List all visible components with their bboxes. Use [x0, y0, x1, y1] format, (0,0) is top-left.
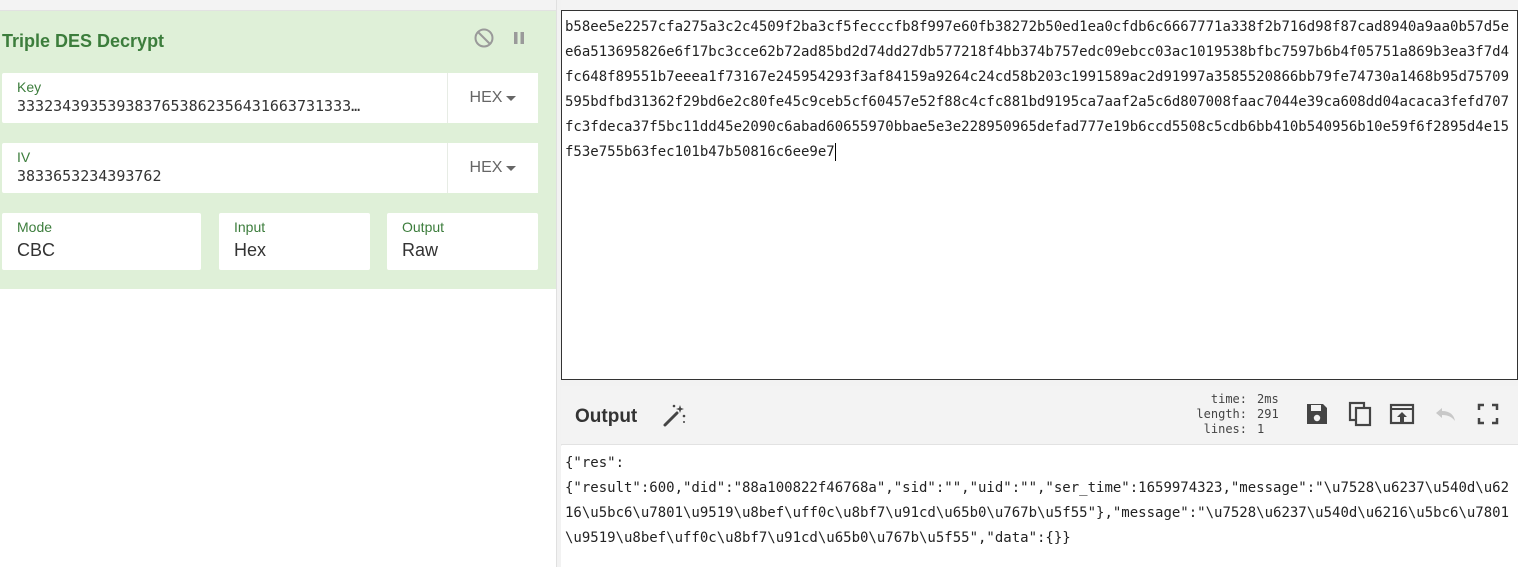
operation-title: Triple DES Decrypt	[2, 31, 165, 51]
output-title: Output	[575, 406, 638, 427]
pause-icon[interactable]	[508, 27, 530, 49]
iv-format-dropdown[interactable]: HEX	[447, 143, 538, 193]
chevron-down-icon	[506, 165, 517, 171]
disable-icon[interactable]	[473, 27, 495, 49]
iv-format-label: HEX	[469, 159, 503, 176]
key-format-label: HEX	[469, 89, 503, 106]
magic-wand-icon[interactable]	[661, 403, 687, 429]
iv-input[interactable]: 3833653234393762	[17, 167, 439, 185]
recipe-header-strip	[0, 0, 556, 11]
input-format-value: Hex	[234, 240, 267, 260]
input-format-select[interactable]: Input Hex	[219, 213, 370, 270]
length-label: length:	[1196, 407, 1247, 421]
output-header: Output time: 2ms length: 291 lines: 1	[561, 386, 1518, 445]
text-cursor	[834, 143, 836, 161]
output-format-select[interactable]: Output Raw	[387, 213, 538, 270]
lines-value: 1	[1257, 422, 1265, 436]
lines-label: lines:	[1203, 422, 1247, 436]
copy-icon[interactable]	[1347, 400, 1373, 428]
input-format-label: Input	[234, 219, 266, 235]
input-textarea[interactable]: b58ee5e2257cfa275a3c2c4509f2ba3cf5fecccf…	[561, 10, 1518, 380]
key-field[interactable]: Key 333234393539383765386235643166373133…	[2, 73, 538, 123]
save-icon[interactable]	[1304, 400, 1330, 428]
chevron-down-icon	[506, 95, 517, 101]
input-text: b58ee5e2257cfa275a3c2c4509f2ba3cf5fecccf…	[565, 19, 1510, 160]
maximise-icon[interactable]	[1475, 400, 1501, 428]
time-value: 2ms	[1257, 392, 1279, 406]
output-stats: time: 2ms length: 291 lines: 1	[1156, 392, 1297, 437]
time-label: time:	[1210, 392, 1247, 406]
key-input[interactable]: 3332343935393837653862356431663731333…	[17, 97, 439, 115]
length-value: 291	[1257, 407, 1279, 421]
replace-input-icon[interactable]	[1389, 400, 1415, 428]
input-header-strip	[561, 0, 1518, 10]
iv-label: IV	[17, 149, 31, 165]
output-text: {"res": {"result":600,"did":"88a100822f4…	[565, 455, 1510, 546]
iv-field[interactable]: IV 3833653234393762 HEX	[2, 143, 538, 193]
mode-select[interactable]: Mode CBC	[2, 213, 201, 270]
mode-value: CBC	[17, 240, 56, 260]
output-format-label: Output	[402, 219, 445, 235]
output-format-value: Raw	[402, 240, 439, 260]
recipe-panel: Triple DES Decrypt Key 33323439353938376…	[0, 0, 556, 567]
mode-label: Mode	[17, 219, 53, 235]
undo-icon	[1436, 408, 1455, 421]
output-textarea[interactable]: {"res": {"result":600,"did":"88a100822f4…	[561, 446, 1518, 567]
key-label: Key	[17, 79, 42, 95]
operation-triple-des-decrypt: Triple DES Decrypt Key 33323439353938376…	[0, 11, 556, 289]
key-format-dropdown[interactable]: HEX	[447, 73, 538, 123]
